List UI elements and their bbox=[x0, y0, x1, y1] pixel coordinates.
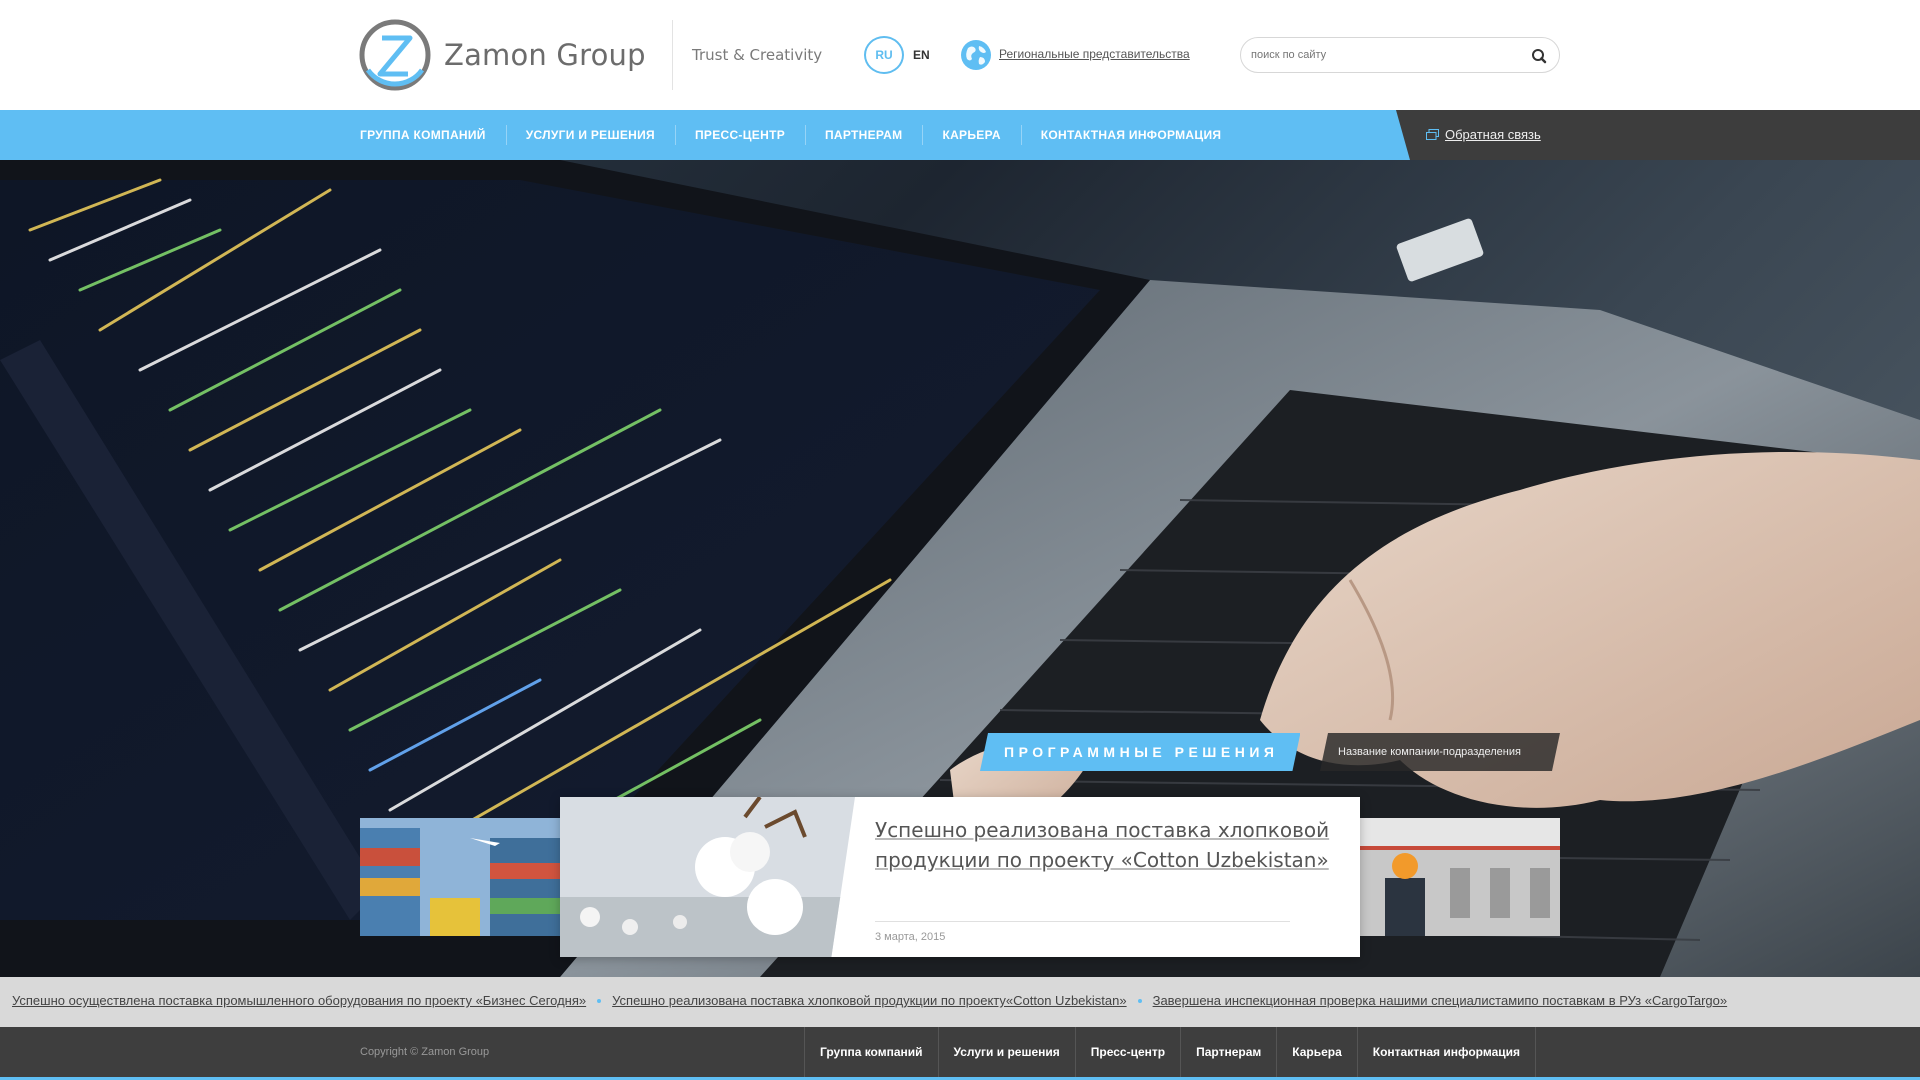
window-icon bbox=[1426, 129, 1439, 140]
lang-en-button[interactable]: EN bbox=[913, 48, 930, 62]
site-header: Zamon Group Trust & Creativity RU EN Рег… bbox=[0, 0, 1920, 110]
footer-item-career[interactable]: Карьера bbox=[1276, 1027, 1357, 1077]
tagline: Trust & Creativity bbox=[692, 46, 823, 64]
ticker-item[interactable]: Успешно реализована поставка хлопковой п… bbox=[612, 993, 1126, 1008]
company-label: Название компании-подразделения bbox=[1320, 733, 1560, 771]
ticker-separator bbox=[1137, 998, 1142, 1003]
feedback-link[interactable]: Обратная связь bbox=[1426, 127, 1541, 142]
footer-item-partners[interactable]: Партнерам bbox=[1180, 1027, 1276, 1077]
lang-ru-button[interactable]: RU bbox=[864, 36, 904, 74]
hero-banner: ПРОГРАММНЫЕ РЕШЕНИЯ Название компании-по… bbox=[0, 160, 1920, 977]
news-ticker: Успешно осуществлена поставка промышленн… bbox=[0, 977, 1920, 1027]
category-label[interactable]: ПРОГРАММНЫЕ РЕШЕНИЯ bbox=[980, 733, 1300, 771]
news-divider bbox=[875, 921, 1290, 922]
site-footer: Copyright © Zamon Group Группа компаний … bbox=[0, 1027, 1920, 1080]
footer-item-contacts[interactable]: Контактная информация bbox=[1356, 1027, 1536, 1077]
ticker-item[interactable]: Завершена инспекционная проверка нашими … bbox=[1153, 993, 1728, 1008]
news-title-link[interactable]: Успешно реализована поставка хлопковой п… bbox=[875, 815, 1335, 875]
news-date: 3 марта, 2015 bbox=[875, 931, 946, 943]
header-divider bbox=[672, 20, 673, 90]
nav-item-press[interactable]: ПРЕСС-ЦЕНТР bbox=[674, 110, 805, 160]
ticker-item[interactable]: Успешно осуществлена поставка промышленн… bbox=[12, 993, 586, 1008]
ticker-separator bbox=[597, 998, 602, 1003]
footer-item-press[interactable]: Пресс-центр bbox=[1074, 1027, 1180, 1077]
logo[interactable]: Zamon Group bbox=[358, 18, 646, 92]
search-icon[interactable] bbox=[1529, 46, 1549, 66]
feedback-label: Обратная связь bbox=[1445, 127, 1541, 142]
copyright: Copyright © Zamon Group bbox=[360, 1046, 490, 1058]
zamon-logo-icon bbox=[359, 19, 431, 91]
containers-image bbox=[360, 818, 560, 936]
nav-item-partners[interactable]: ПАРТНЕРАМ bbox=[805, 110, 922, 160]
slide-thumb-station[interactable] bbox=[1360, 818, 1560, 936]
featured-news-card[interactable]: Успешно реализована поставка хлопковой п… bbox=[560, 797, 1360, 957]
footer-item-services[interactable]: Услуги и решения bbox=[937, 1027, 1075, 1077]
globe-icon bbox=[961, 40, 991, 70]
footer-item-group[interactable]: Группа компаний bbox=[804, 1027, 938, 1077]
station-image bbox=[1360, 818, 1560, 936]
news-photo bbox=[560, 797, 855, 957]
logo-text: Zamon Group bbox=[444, 38, 646, 72]
search-input[interactable] bbox=[1251, 45, 1521, 65]
nav-item-group[interactable]: ГРУППА КОМПАНИЙ bbox=[340, 110, 506, 160]
nav-item-contacts[interactable]: КОНТАКТНАЯ ИНФОРМАЦИЯ bbox=[1020, 110, 1242, 160]
nav-item-services[interactable]: УСЛУГИ И РЕШЕНИЯ bbox=[505, 110, 675, 160]
cotton-image bbox=[560, 797, 855, 957]
nav-item-career[interactable]: КАРЬЕРА bbox=[922, 110, 1020, 160]
search-box bbox=[1240, 37, 1560, 73]
slide-thumb-containers[interactable] bbox=[360, 818, 560, 936]
footer-nav: Группа компаний Услуги и решения Пресс-ц… bbox=[804, 1027, 1536, 1077]
regional-offices-link[interactable]: Региональные представительства bbox=[999, 47, 1190, 61]
